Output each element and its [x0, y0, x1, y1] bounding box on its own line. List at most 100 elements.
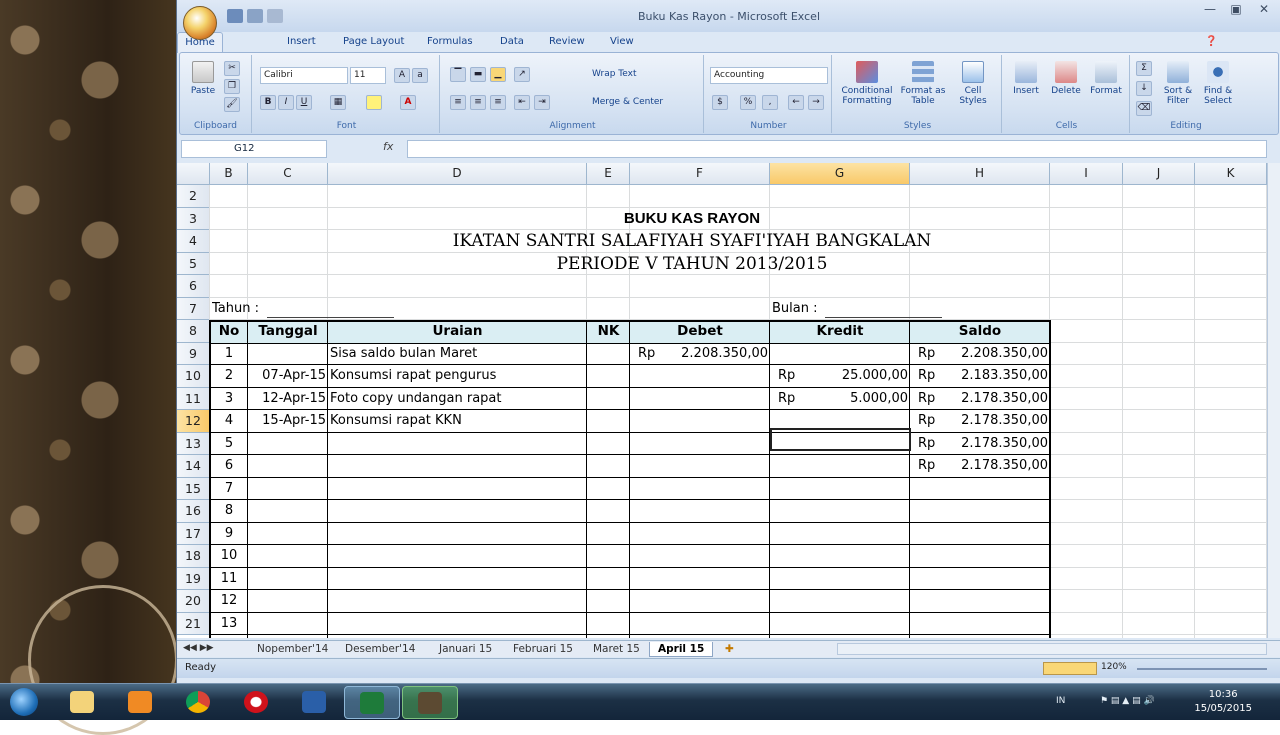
cell-saldo[interactable]: 2.208.350,00 — [912, 343, 1048, 366]
col-header-k[interactable]: K — [1195, 163, 1267, 185]
underline-button[interactable]: U — [296, 95, 312, 110]
row-header-10[interactable]: 10 — [177, 365, 210, 388]
cut-icon[interactable]: ✂ — [224, 61, 240, 76]
row-header-2[interactable]: 2 — [177, 185, 210, 208]
fill-color-icon[interactable] — [366, 95, 382, 110]
decrease-decimal-icon[interactable]: → — [808, 95, 824, 110]
tab-review[interactable]: Review — [549, 36, 585, 47]
taskbar-opera[interactable] — [228, 686, 284, 719]
increase-decimal-icon[interactable]: ← — [788, 95, 804, 110]
orientation-icon[interactable]: ↗ — [514, 67, 530, 82]
align-right-icon[interactable]: ≡ — [490, 95, 506, 110]
cell-no[interactable]: 3 — [212, 388, 246, 411]
header-uraian[interactable]: Uraian — [330, 320, 585, 343]
col-header-e[interactable]: E — [587, 163, 630, 185]
row-header-8[interactable]: 8 — [177, 320, 210, 343]
sheet-subtitle[interactable]: IKATAN SANTRI SALAFIYAH SYAFI'IYAH BANGK… — [212, 230, 1172, 253]
row-header-4[interactable]: 4 — [177, 230, 210, 253]
cell-no[interactable]: 13 — [212, 613, 246, 636]
cell-no[interactable]: 11 — [212, 568, 246, 591]
tab-formulas[interactable]: Formulas — [427, 36, 473, 47]
fx-label[interactable]: fx — [383, 140, 405, 158]
close-button[interactable]: ✕ — [1251, 2, 1277, 20]
italic-button[interactable]: I — [278, 95, 294, 110]
tray-icons[interactable]: ⚑ ▤ ▲ ▤ 🔊 — [1100, 696, 1155, 706]
header-kredit[interactable]: Kredit — [772, 320, 908, 343]
cell-saldo[interactable]: 2.178.350,00 — [912, 388, 1048, 411]
sheet-tab-maret[interactable]: Maret 15 — [585, 642, 648, 657]
col-header-b[interactable]: B — [210, 163, 248, 185]
wrap-text-button[interactable]: Wrap Text — [592, 69, 637, 79]
align-bottom-icon[interactable]: ▁ — [490, 67, 506, 82]
sheet-tab-nopember[interactable]: Nopember'14 — [249, 642, 336, 657]
cell-no[interactable]: 9 — [212, 523, 246, 546]
cell-no[interactable]: 8 — [212, 500, 246, 523]
cell-saldo[interactable]: 2.183.350,00 — [912, 365, 1048, 388]
cell-styles-button[interactable]: Cell Styles — [950, 61, 996, 106]
taskbar-media[interactable] — [112, 686, 168, 719]
taskbar-excel[interactable] — [344, 686, 400, 719]
name-box[interactable]: G12 — [181, 140, 327, 158]
fill-icon[interactable]: ↓ — [1136, 81, 1152, 96]
row-header-21[interactable]: 21 — [177, 612, 210, 635]
currency-icon[interactable]: $ — [712, 95, 728, 110]
row-header-15[interactable]: 15 — [177, 477, 210, 500]
sheet-period[interactable]: PERIODE V TAHUN 2013/2015 — [212, 253, 1172, 276]
cell-uraian[interactable]: Foto copy undangan rapat — [330, 388, 585, 411]
increase-indent-icon[interactable]: ⇥ — [534, 95, 550, 110]
cell-saldo[interactable]: 2.178.350,00 — [912, 433, 1048, 456]
autosum-button[interactable]: Σ — [1136, 61, 1152, 76]
row-header-12[interactable]: 12 — [177, 410, 210, 433]
cell-tanggal[interactable]: 12-Apr-15 — [250, 388, 326, 411]
help-icon[interactable]: ❓ — [1205, 36, 1217, 47]
sheet-title[interactable]: BUKU KAS RAYON — [212, 208, 1172, 231]
taskbar-word[interactable] — [286, 686, 342, 719]
taskbar-recorder[interactable] — [402, 686, 458, 719]
row-header-18[interactable]: 18 — [177, 545, 210, 568]
shrink-font-icon[interactable]: a — [412, 68, 428, 83]
label-tahun[interactable]: Tahun : — [212, 298, 272, 321]
cell-no[interactable]: 2 — [212, 365, 246, 388]
active-cell-g12[interactable] — [770, 428, 911, 451]
font-size-select[interactable]: 11 — [350, 67, 386, 84]
zoom-slider[interactable] — [1137, 668, 1267, 670]
tab-insert[interactable]: Insert — [287, 36, 316, 47]
row-header-19[interactable]: 19 — [177, 567, 210, 590]
col-header-d[interactable]: D — [328, 163, 587, 185]
row-header-6[interactable]: 6 — [177, 275, 210, 298]
cell-no[interactable]: 5 — [212, 433, 246, 456]
col-header-f[interactable]: F — [630, 163, 770, 185]
col-header-g[interactable]: G — [770, 163, 910, 185]
header-debet[interactable]: Debet — [632, 320, 768, 343]
taskbar-chrome[interactable] — [170, 686, 226, 719]
row-header-5[interactable]: 5 — [177, 252, 210, 275]
clear-icon[interactable]: ⌫ — [1136, 101, 1152, 116]
row-header-7[interactable]: 7 — [177, 297, 210, 320]
row-header-3[interactable]: 3 — [177, 207, 210, 230]
merge-center-button[interactable]: Merge & Center — [592, 97, 663, 107]
label-bulan[interactable]: Bulan : — [772, 298, 832, 321]
vertical-scrollbar[interactable] — [1267, 163, 1280, 638]
header-nk[interactable]: NK — [589, 320, 628, 343]
sheet-tab-april[interactable]: April 15 — [649, 642, 714, 657]
tab-data[interactable]: Data — [500, 36, 524, 47]
row-header-14[interactable]: 14 — [177, 455, 210, 478]
insert-sheet-icon[interactable]: ✚ — [717, 642, 742, 657]
zoom-level[interactable]: 120% — [1101, 662, 1127, 672]
view-buttons[interactable] — [1043, 662, 1097, 675]
header-saldo[interactable]: Saldo — [912, 320, 1048, 343]
col-header-i[interactable]: I — [1050, 163, 1123, 185]
minimize-button[interactable]: — — [1197, 2, 1223, 20]
formula-input[interactable] — [407, 140, 1267, 158]
grow-font-icon[interactable]: A — [394, 68, 410, 83]
row-header-9[interactable]: 9 — [177, 342, 210, 365]
col-header-c[interactable]: C — [248, 163, 328, 185]
row-header-17[interactable]: 17 — [177, 522, 210, 545]
taskbar-explorer[interactable] — [54, 686, 110, 719]
row-header-20[interactable]: 20 — [177, 590, 210, 613]
find-select-button[interactable]: Find & Select — [1198, 61, 1238, 106]
bold-button[interactable]: B — [260, 95, 276, 110]
sheet-nav-icon[interactable]: ◀◀ ▶▶ — [181, 642, 216, 657]
sheet-tab-desember[interactable]: Desember'14 — [337, 642, 423, 657]
cell-no[interactable]: 7 — [212, 478, 246, 501]
